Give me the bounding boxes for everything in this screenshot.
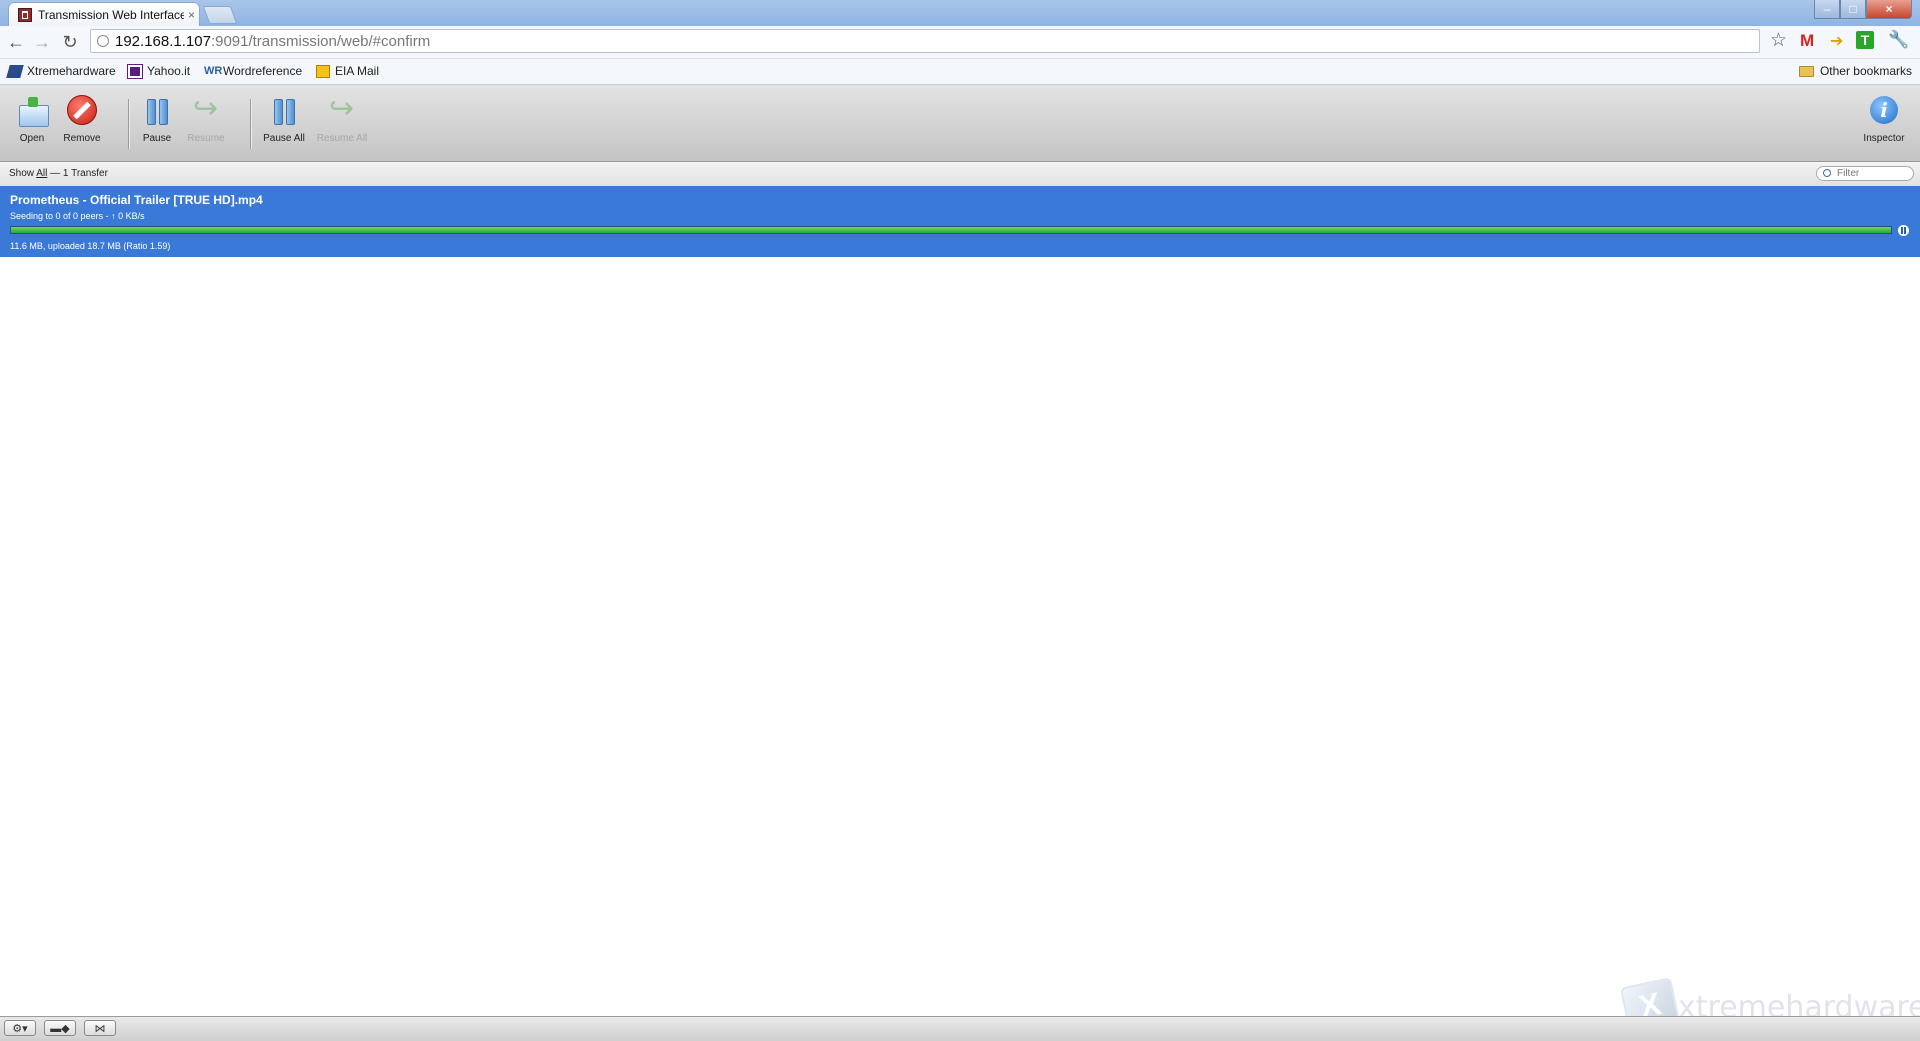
torrent-peers: Seeding to 0 of 0 peers - ↑ 0 KB/s	[10, 211, 145, 221]
yahoo-favicon-icon	[127, 63, 143, 79]
transmission-favicon-icon	[18, 8, 32, 22]
gear-icon: ⚙▾	[12, 1023, 28, 1035]
bookmark-xtremehardware[interactable]: Xtremehardware	[6, 64, 116, 78]
address-bar[interactable]: 192.168.1.107:9091/transmission/web/#con…	[90, 29, 1760, 53]
bookmark-label: EIA Mail	[335, 64, 380, 78]
tab-title: Transmission Web Interface	[38, 8, 184, 22]
browser-tab[interactable]: Transmission Web Interface ×	[8, 2, 200, 27]
pause-label: Pause	[142, 133, 172, 144]
pause-icon	[140, 95, 174, 127]
back-arrow-icon[interactable]: ←	[6, 32, 26, 52]
remove-icon	[65, 95, 99, 127]
other-bookmarks[interactable]: Other bookmarks	[1798, 64, 1912, 78]
filter-bar: Show All — 1 Transfer	[0, 162, 1920, 187]
browser-titlebar: Transmission Web Interface × – □ ×	[0, 0, 1920, 27]
gmail-icon[interactable]: M	[1800, 31, 1814, 51]
filter-summary: Show All — 1 Transfer	[9, 168, 108, 179]
bookmark-yahoo[interactable]: Yahoo.it	[127, 63, 191, 79]
torrent-progress-bar	[10, 226, 1892, 234]
resume-button[interactable]: Resume	[178, 91, 234, 153]
pause-all-icon	[267, 95, 301, 127]
pause-button[interactable]: Pause	[129, 95, 185, 153]
bottom-bar: ⚙▾ ▬◆ ⋈	[0, 1016, 1920, 1041]
url-host: 192.168.1.107	[115, 32, 211, 50]
xtremehardware-favicon-icon	[6, 64, 24, 78]
tab-close-icon[interactable]: ×	[188, 8, 195, 22]
turtle-mode-button[interactable]: ▬◆	[44, 1020, 76, 1036]
folder-icon	[1798, 65, 1814, 77]
eia-mail-favicon-icon	[316, 64, 330, 78]
settings-button[interactable]: ⚙▾	[4, 1020, 36, 1036]
forward-arrow-icon[interactable]: →	[32, 32, 52, 52]
bookmark-label: Xtremehardware	[27, 64, 116, 78]
bookmarks-bar: Xtremehardware Yahoo.it WR Wordreference…	[0, 59, 1920, 85]
bookmark-label: Yahoo.it	[147, 64, 191, 78]
url-path: :9091/transmission/web/#confirm	[210, 32, 431, 50]
torrent-name: Prometheus - Official Trailer [TRUE HD].…	[10, 193, 263, 207]
open-folder-icon	[15, 95, 49, 127]
bookmark-star-icon[interactable]: ☆	[1770, 29, 1787, 52]
info-icon	[1867, 95, 1901, 127]
torrent-row[interactable]: Prometheus - Official Trailer [TRUE HD].…	[0, 186, 1920, 257]
filter-all-link[interactable]: All	[36, 168, 47, 179]
search-icon	[1823, 169, 1831, 177]
new-tab-button[interactable]	[202, 6, 238, 24]
inspector-label: Inspector	[1863, 133, 1905, 144]
transfer-count: — 1 Transfer	[47, 168, 108, 179]
compact-view-icon: ⋈	[94, 1023, 106, 1035]
bookmark-wordreference[interactable]: WR Wordreference	[204, 64, 302, 78]
toolbar-divider	[250, 99, 252, 149]
maximize-button[interactable]: □	[1840, 0, 1866, 19]
wordreference-favicon-icon: WR	[204, 64, 223, 77]
compact-view-button[interactable]: ⋈	[84, 1020, 116, 1036]
torrent-progress-fill	[11, 227, 1891, 233]
torrent-pause-icon[interactable]	[1898, 225, 1909, 236]
minimize-button[interactable]: –	[1814, 0, 1840, 19]
turtle-icon: ▬◆	[50, 1023, 70, 1035]
open-label: Open	[19, 133, 45, 144]
inspector-button[interactable]: Inspector	[1856, 95, 1912, 153]
resume-all-icon	[325, 91, 359, 127]
wrench-icon[interactable]: 🔧	[1888, 30, 1909, 50]
remove-label: Remove	[63, 133, 101, 144]
other-bookmarks-label: Other bookmarks	[1819, 64, 1912, 78]
resume-icon	[189, 91, 223, 127]
reload-icon[interactable]: ↻	[60, 32, 80, 52]
bookmark-label: Wordreference	[223, 64, 303, 78]
t-icon[interactable]: T	[1856, 31, 1874, 49]
browser-navbar: ← → ↻ 192.168.1.107:9091/transmission/we…	[0, 26, 1920, 59]
torrent-progress-details: 11.6 MB, uploaded 18.7 MB (Ratio 1.59)	[10, 241, 171, 251]
show-label: Show	[9, 168, 37, 179]
remove-button[interactable]: Remove	[54, 95, 110, 153]
arrow-icon[interactable]: ➔	[1830, 31, 1843, 51]
pause-all-button[interactable]: Pause All	[256, 95, 312, 153]
pause-all-label: Pause All	[263, 133, 305, 144]
resume-all-button[interactable]: Resume All	[314, 91, 370, 153]
page-info-icon[interactable]	[97, 35, 109, 47]
resume-all-label: Resume All	[316, 133, 368, 144]
bookmark-eia-mail[interactable]: EIA Mail	[316, 64, 379, 78]
resume-label: Resume	[187, 133, 225, 144]
open-button[interactable]: Open	[4, 95, 60, 153]
transmission-toolbar: Open Remove Pause Resume Pause All Resum…	[0, 85, 1920, 162]
close-window-button[interactable]: ×	[1866, 0, 1912, 19]
